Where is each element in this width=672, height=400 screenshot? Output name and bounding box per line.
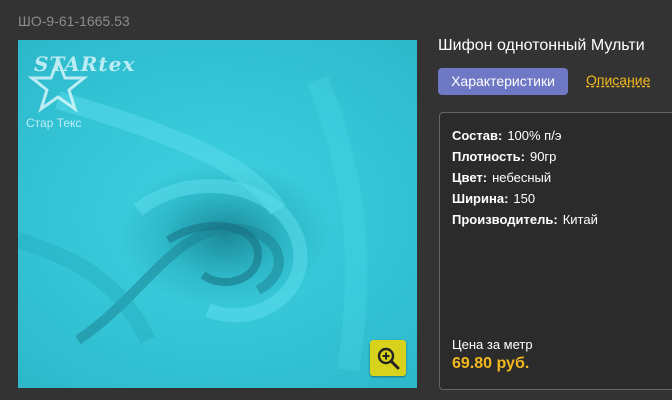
spec-key: Цвет: — [452, 170, 488, 185]
product-title: Шифон однотонный Мульти — [438, 37, 645, 54]
spec-row: Плотность: 90гр — [452, 149, 556, 164]
spec-key: Ширина: — [452, 191, 509, 206]
zoom-in-icon — [377, 347, 400, 370]
product-photo[interactable]: STARtex Стар Текс — [18, 40, 417, 388]
spec-value: 90гр — [529, 149, 557, 164]
tab-description[interactable]: Описание — [586, 72, 650, 88]
spec-key: Плотность: — [452, 149, 525, 164]
price-label: Цена за метр — [452, 337, 533, 352]
price-value: 69.80 руб. — [452, 355, 530, 372]
spec-row: Ширина: 150 — [452, 191, 535, 206]
spec-row: Цвет: небесный — [452, 170, 551, 185]
tab-characteristics[interactable]: Характеристики — [438, 68, 568, 95]
logo-text: STARtex — [34, 52, 136, 76]
spec-row: Состав: 100% п/э — [452, 128, 561, 143]
spec-value: 100% п/э — [507, 128, 562, 143]
spec-row: Производитель: Китай — [452, 212, 598, 227]
product-sku: ШО-9-61-1665.53 — [18, 13, 130, 29]
spec-value: Китай — [562, 212, 598, 227]
spec-key: Состав: — [452, 128, 503, 143]
zoom-button[interactable] — [370, 340, 406, 376]
logo-caption: Стар Текс — [26, 116, 82, 130]
brand-logo: STARtex Стар Текс — [24, 46, 136, 130]
spec-value: небесный — [492, 170, 552, 185]
spec-key: Производитель: — [452, 212, 558, 227]
spec-value: 150 — [513, 191, 536, 206]
specs-card: Состав: 100% п/э Плотность: 90гр Цвет: небе… — [439, 112, 672, 390]
